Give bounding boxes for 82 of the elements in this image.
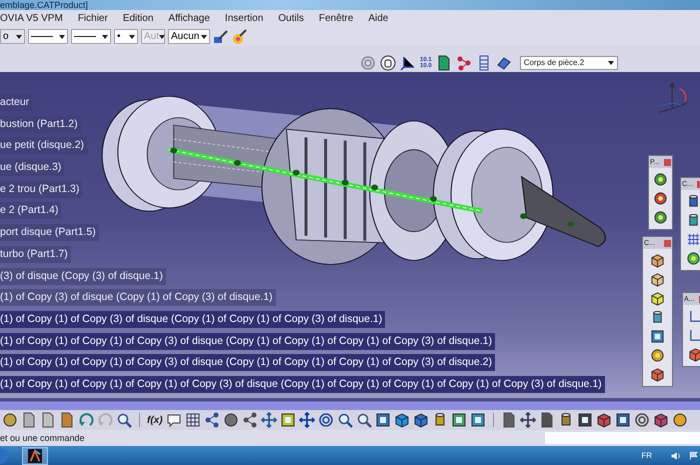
move-arrows-icon[interactable] (260, 412, 277, 428)
picture-icon[interactable] (650, 329, 665, 344)
picture-icon[interactable] (614, 412, 631, 428)
menu-item[interactable]: Fenêtre (318, 13, 354, 24)
language-indicator[interactable]: FR (641, 451, 652, 460)
close-button[interactable] (664, 158, 671, 166)
tree-icon[interactable] (242, 412, 258, 428)
tree-icon[interactable] (456, 54, 472, 70)
cube-icon[interactable] (650, 253, 665, 268)
axis-icon[interactable] (400, 54, 416, 70)
cube-icon[interactable] (394, 412, 410, 428)
tree-item[interactable]: port disque (Part1.5) (0, 224, 99, 242)
command-input-field[interactable] (545, 432, 700, 444)
magnifier-icon[interactable] (336, 412, 353, 428)
style-dropdown[interactable] (28, 29, 68, 44)
body-dropdown[interactable]: Corps de pièce.2 (520, 56, 618, 70)
speech-bubble-icon[interactable] (166, 412, 182, 428)
start-orb-icon[interactable] (0, 448, 8, 464)
formula-button[interactable]: f(x) (147, 414, 163, 426)
paintbrush-icon[interactable] (213, 28, 229, 44)
undo-arrow-icon[interactable] (78, 412, 94, 428)
tree-item[interactable]: (3) of disque (Copy (3) of disque.1) (0, 268, 166, 284)
tree-item[interactable]: ue (disque.3) (0, 159, 64, 176)
document-icon[interactable] (21, 412, 37, 428)
tree-item[interactable]: e 2 (Part1.4) (0, 202, 62, 220)
tree-item[interactable]: e 2 trou (Part1.3) (0, 180, 82, 198)
caret-icon (102, 34, 108, 38)
document-icon[interactable] (500, 412, 517, 428)
cube-icon[interactable] (650, 272, 665, 287)
cube-icon[interactable] (650, 367, 665, 382)
caret-icon (59, 34, 65, 38)
caret-icon (16, 34, 22, 38)
tree-icon[interactable] (204, 412, 220, 428)
tree-item[interactable]: (1) of Copy (1) of Copy (1) of Copy (3) of disque (Copy (1) of Copy (1) of Copy (1) of Copy (3) of disque.2) (0, 354, 495, 372)
menu-item[interactable]: Edition (122, 13, 154, 24)
document-icon[interactable] (59, 412, 75, 428)
menu-item[interactable]: Affichage (168, 13, 210, 24)
flag-icon[interactable] (688, 450, 700, 460)
style-dropdown[interactable] (71, 29, 111, 44)
document-icon[interactable] (40, 412, 56, 428)
status-prompt: et ou une commande (0, 433, 86, 443)
cube-icon[interactable] (652, 412, 669, 428)
style-dropdown[interactable]: Aucun (168, 29, 210, 44)
picture-icon[interactable] (280, 412, 296, 428)
close-button[interactable] (664, 240, 671, 246)
picture-icon[interactable] (576, 412, 593, 428)
menu-item[interactable]: OVIA V5 VPM (0, 13, 63, 24)
taskbar-app-button[interactable] (22, 446, 48, 464)
menu-item[interactable]: Fichier (78, 13, 108, 24)
cube-icon[interactable] (596, 412, 612, 428)
caret-icon (608, 60, 614, 64)
move-arrows-icon[interactable] (520, 412, 536, 428)
picture-icon[interactable] (450, 412, 467, 428)
picture-icon[interactable] (470, 412, 486, 428)
menu-item[interactable]: Insertion (224, 13, 264, 24)
menu-item[interactable]: Aide (368, 13, 388, 24)
paintbrush-icon[interactable] (232, 28, 248, 44)
cube-icon[interactable] (688, 347, 700, 362)
magnifier-icon[interactable] (356, 412, 372, 428)
style-dropdown[interactable]: o (0, 29, 25, 44)
picture-icon[interactable] (374, 412, 391, 428)
tree-item[interactable]: (1) of Copy (1) of Copy (1) of Copy (3) of disque (Copy (1) of Copy (1) of Copy (1) of Copy (3) of disque.1) (0, 332, 495, 350)
tree-item[interactable]: (1) of Copy (1) of Copy (3) of disque (Copy (1) of Copy (1) of Copy (3) of disque.1) (0, 310, 386, 328)
tree-item[interactable]: (1) of Copy (3) of disque (Copy (1) of Copy (3) of disque.1) (0, 289, 276, 306)
window-title: emblage.CATProduct] (0, 0, 88, 10)
speaker-icon[interactable] (670, 450, 682, 460)
tree-item[interactable]: turbo (Part1.7) (0, 246, 71, 263)
menu-item[interactable]: Outils (278, 13, 304, 24)
caret-icon (201, 34, 207, 38)
style-dropdown[interactable]: • (114, 29, 138, 44)
tree-item[interactable]: ue petit (disque.2) (0, 137, 88, 154)
tree-item[interactable]: bustion (Part1.2) (0, 116, 81, 133)
table-icon[interactable] (686, 232, 700, 247)
document-icon[interactable] (538, 412, 555, 428)
move-arrows-icon[interactable] (298, 412, 315, 428)
magnifier-icon[interactable] (116, 412, 132, 428)
tree-item[interactable]: acteur (0, 94, 32, 111)
table-icon[interactable] (184, 412, 201, 428)
caret-icon (129, 34, 135, 38)
cube-icon[interactable] (650, 291, 665, 306)
cube-icon[interactable] (412, 412, 429, 428)
tree-item[interactable]: (1) of Copy (1) of Copy (1) of Copy (1) of Copy (3) of disque (Copy (1) of Copy (1) of Copy (1) of Copy (1) of Copy (3) of disque.1) (0, 376, 605, 393)
